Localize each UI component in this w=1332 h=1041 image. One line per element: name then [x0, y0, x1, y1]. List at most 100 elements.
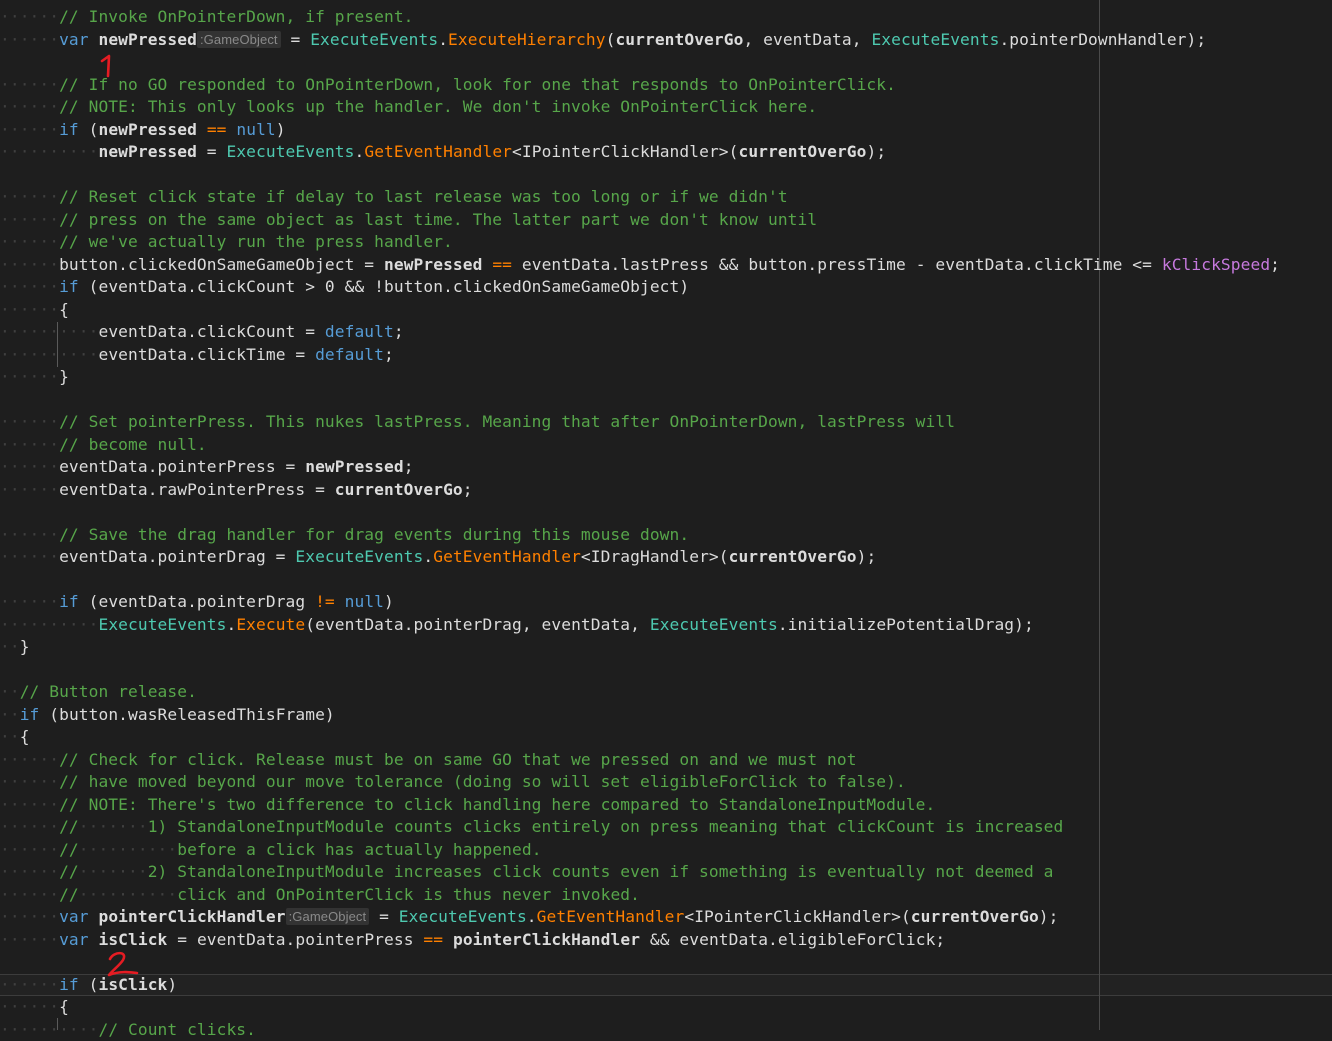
code-line[interactable]: ··if (button.wasReleasedThisFrame)	[0, 704, 335, 726]
code-text: .	[226, 614, 237, 634]
code-text: eventData.lastPress && button.pressTime …	[512, 254, 1162, 274]
code-line[interactable]: ······if (eventData.pointerDrag != null)	[0, 591, 394, 613]
annotation-marker-1	[100, 54, 111, 78]
code-line[interactable]: ······// NOTE: There's two difference to…	[0, 794, 935, 816]
code-comment: 2) StandaloneInputModule increases click…	[147, 862, 1054, 881]
whitespace-dots: ··········	[0, 322, 99, 341]
whitespace-dots: ······	[0, 479, 60, 499]
code-line[interactable]: ·········· ExecuteEvents.Execute(eventDat…	[0, 614, 1034, 636]
code-line[interactable]: ······// Invoke OnPointerDown, if presen…	[0, 6, 414, 28]
code-text: .	[438, 29, 449, 49]
code-line[interactable]: ··{	[0, 726, 30, 748]
code-identifier: newPressed	[98, 142, 197, 161]
code-line[interactable]: ······eventData.pointerPress = newPresse…	[0, 456, 414, 478]
code-line[interactable]: ······//··········click and OnPointerCli…	[0, 884, 640, 906]
code-text: )	[275, 119, 286, 139]
code-line[interactable]: ······{	[0, 996, 69, 1018]
whitespace-dots: ······	[0, 749, 60, 769]
whitespace-dots: ······	[0, 209, 60, 229]
code-text: (eventData.pointerDrag	[78, 592, 316, 611]
code-line[interactable]: ······if (eventData.clickCount > 0 && !b…	[0, 276, 689, 298]
code-method-name: ExecuteHierarchy	[448, 29, 606, 49]
whitespace-dots: ······	[0, 547, 60, 566]
whitespace-dots: ······	[0, 794, 60, 814]
code-line[interactable]: ··········eventData.clickTime = default;	[0, 344, 394, 366]
whitespace-dots: ··	[0, 637, 20, 656]
code-line[interactable]: ······eventData.pointerDrag = ExecuteEve…	[0, 546, 876, 568]
code-line[interactable]: ······//··········before a click has act…	[0, 839, 542, 861]
code-type-name: ExecuteEvents	[310, 29, 439, 49]
code-type-name: ExecuteEvents	[649, 614, 778, 634]
whitespace-dots: ··	[0, 727, 20, 746]
code-line[interactable]: ······var pointerClickHandler:GameObject…	[0, 906, 1059, 928]
code-line[interactable]: ······// have moved beyond our move tole…	[0, 771, 906, 793]
code-line[interactable]: ······// press on the same object as las…	[0, 209, 817, 231]
code-type-name: ExecuteEvents	[295, 547, 424, 566]
whitespace-dots: ······	[0, 907, 60, 926]
code-line[interactable]: ······if (newPressed == null)	[0, 119, 286, 141]
whitespace-dots: ······	[0, 974, 60, 994]
code-line[interactable]: ······//·······2) StandaloneInputModule …	[0, 861, 1054, 883]
code-text: =	[196, 142, 227, 161]
code-keyword: if	[59, 277, 79, 296]
code-line[interactable]: ······button.clickedOnSameGameObject = n…	[0, 254, 1280, 276]
whitespace-dots: ··········	[0, 344, 99, 364]
code-text: =	[280, 29, 311, 49]
code-line[interactable]: ······{	[0, 299, 69, 321]
code-line[interactable]: ······// we've actually run the press ha…	[0, 231, 453, 253]
code-line[interactable]: ··// Button release.	[0, 681, 197, 703]
code-text: ;	[384, 344, 394, 364]
code-comment: // become null.	[59, 434, 207, 454]
code-text: }	[19, 637, 30, 656]
code-text: <IPointerClickHandler>(	[684, 907, 911, 926]
code-line[interactable]: ······}	[0, 366, 69, 388]
code-keyword: default	[324, 322, 394, 341]
code-line[interactable]: ······// NOTE: This only looks up the ha…	[0, 96, 817, 118]
whitespace-dots: ······	[0, 884, 60, 904]
inline-type-hint: :GameObject	[196, 30, 281, 48]
whitespace-dots: ······	[0, 232, 60, 251]
code-editor[interactable]: ······// Invoke OnPointerDown, if presen…	[0, 0, 1332, 1039]
code-text: (	[605, 29, 616, 49]
code-text: eventData.clickTime =	[98, 344, 316, 364]
code-line[interactable]: ··········newPressed = ExecuteEvents.Get…	[0, 141, 886, 163]
code-text: }	[59, 367, 69, 386]
code-line[interactable]: ······// Reset click state if delay to l…	[0, 186, 788, 208]
code-text: (eventData.pointerDrag, eventData,	[305, 614, 650, 634]
code-keyword: if	[59, 974, 79, 994]
code-text: (	[78, 119, 99, 139]
code-keyword: var	[59, 929, 89, 949]
code-identifier: currentOverGo	[738, 142, 867, 161]
code-method-name: Execute	[236, 614, 306, 634]
code-line[interactable]: ······var newPressed:GameObject = Execut…	[0, 29, 1206, 51]
whitespace-dots: ··	[0, 682, 20, 701]
code-text: (button.wasReleasedThisFrame)	[39, 704, 335, 724]
code-comment: 1) StandaloneInputModule counts clicks e…	[147, 817, 1064, 836]
whitespace-dots: ··········	[0, 614, 99, 634]
code-line[interactable]: ······// Set pointerPress. This nukes la…	[0, 411, 955, 433]
code-line[interactable]: ······// Save the drag handler for drag …	[0, 524, 689, 546]
code-text: , eventData,	[743, 29, 872, 49]
code-comment: //	[59, 862, 79, 881]
code-line[interactable]: ······// become null.	[0, 434, 207, 456]
whitespace-dots: ······	[0, 74, 60, 94]
code-line[interactable]: ······var isClick = eventData.pointerPre…	[0, 929, 945, 951]
code-line[interactable]: ······//·······1) StandaloneInputModule …	[0, 816, 1063, 838]
code-line[interactable]: ······eventData.rawPointerPress = curren…	[0, 479, 473, 501]
code-text: {	[19, 727, 30, 746]
code-line[interactable]: ······// Check for click. Release must b…	[0, 749, 857, 771]
code-text: button.clickedOnSameGameObject =	[59, 254, 384, 274]
whitespace-dots: ······	[0, 862, 60, 881]
annotation-marker-2	[107, 951, 139, 977]
code-text: .	[526, 907, 537, 926]
code-method-name: ==	[206, 119, 227, 139]
code-line[interactable]: ··}	[0, 636, 30, 658]
code-identifier: currentOverGo	[615, 29, 744, 49]
code-line[interactable]: ··········eventData.clickCount = default…	[0, 321, 404, 343]
code-method-name: ==	[423, 929, 444, 949]
